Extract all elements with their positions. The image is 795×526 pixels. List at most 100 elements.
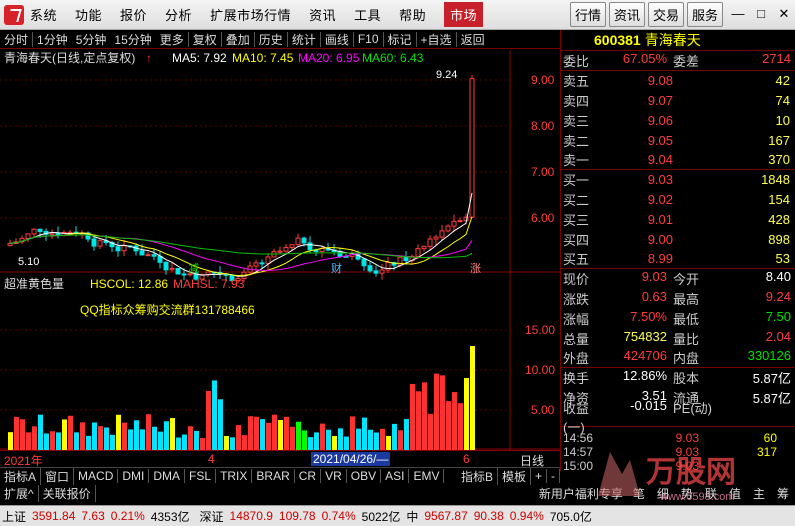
tab[interactable]: 指标B	[457, 467, 498, 485]
tb-5min[interactable]: 5分钟	[72, 31, 111, 48]
tb-overlay[interactable]: 叠加	[222, 31, 254, 48]
book-label: 买四	[563, 232, 590, 248]
stat-label: 外盘	[563, 350, 590, 366]
tab[interactable]: DMA	[149, 469, 186, 483]
tab[interactable]: FSL	[185, 469, 217, 483]
stat-label: PE(动)	[673, 400, 713, 416]
vol-y-tick: 10.00	[525, 363, 555, 377]
book-price: 9.02	[647, 191, 673, 207]
sz-index: 14870.9	[229, 509, 273, 523]
menu-function[interactable]: 功能	[75, 5, 102, 24]
service-button[interactable]: 服务	[686, 2, 723, 27]
ext-tab[interactable]: 关联报价	[39, 485, 96, 502]
stat-value: 7.50%	[630, 308, 667, 324]
stats-block-2: 换手 12.86% 股本 5.87亿 净资 3.51 流通 5.87亿 收益(一) -0.015 P…	[561, 368, 795, 435]
tab[interactable]: 窗口	[41, 467, 75, 485]
trade-button[interactable]: 交易	[647, 2, 684, 27]
menu-quote[interactable]: 报价	[120, 5, 147, 24]
volume-bar	[50, 431, 55, 450]
stat-row: 现价 9.03 今开 8.40	[561, 269, 795, 289]
stat-row: 换手 12.86% 股本 5.87亿	[561, 368, 795, 388]
tb-f10[interactable]: F10	[354, 32, 383, 46]
menu-help[interactable]: 帮助	[399, 5, 426, 24]
menu-system[interactable]: 系统	[30, 5, 57, 24]
volume-bar	[98, 426, 103, 450]
kline-chart[interactable]: 9.00 8.00 7.00 6.00 15.00 10.00 5.00 青海春…	[0, 50, 560, 450]
volume-bar	[278, 419, 283, 450]
tab[interactable]: DMI	[118, 469, 150, 483]
volume-bar	[8, 432, 13, 450]
tb-back[interactable]: 返回	[457, 31, 489, 48]
tb-adjust[interactable]: 复权	[189, 31, 221, 48]
tb-mark[interactable]: 标记	[384, 31, 416, 48]
tb-draw[interactable]: 画线	[321, 31, 353, 48]
tb-15min[interactable]: 15分钟	[110, 31, 155, 48]
tab[interactable]: MACD	[74, 469, 119, 483]
stats-block: 现价 9.03 今开 8.40 涨跌 0.63 最高 9.24 涨幅 7.50% 最低 7.50 总量 7…	[561, 269, 795, 368]
volume-bar	[44, 433, 49, 450]
close-icon[interactable]: ✕	[773, 4, 795, 26]
tab[interactable]: CR	[295, 469, 322, 483]
book-qty: 1848	[761, 172, 790, 188]
tab[interactable]: -	[547, 469, 560, 483]
svg-text:www.0598.com: www.0598.com	[659, 491, 735, 503]
volume-bar	[302, 430, 307, 450]
stat-label: 内盘	[673, 350, 700, 366]
tb-stats[interactable]: 统计	[288, 31, 320, 48]
volume-bar	[410, 383, 415, 450]
app-logo-icon	[4, 4, 24, 25]
volume-bar	[266, 422, 271, 450]
volume-bar	[344, 436, 349, 450]
tab[interactable]: TRIX	[216, 469, 253, 483]
stat-row: 外盘 424706 内盘 330126	[561, 348, 795, 368]
tb-add-watch[interactable]: +自选	[417, 31, 456, 48]
volume-bar	[356, 428, 361, 450]
date-month: 4	[208, 452, 215, 466]
book-price: 9.01	[647, 211, 673, 227]
book-qty: 74	[775, 92, 790, 108]
volume-bar	[212, 380, 217, 450]
menu-market[interactable]: 市场	[444, 2, 484, 27]
book-price: 8.99	[647, 250, 673, 266]
tb-1min[interactable]: 1分钟	[33, 31, 72, 48]
tb-history[interactable]: 历史	[255, 31, 287, 48]
tab[interactable]: ASI	[381, 469, 410, 483]
maximize-icon[interactable]: □	[750, 4, 772, 26]
ext-tab[interactable]: 扩展^	[0, 485, 39, 502]
volume-bar	[362, 417, 367, 450]
tb-more[interactable]: 更多	[156, 31, 188, 48]
volume-bar	[248, 416, 253, 450]
cy-label[interactable]: 中	[406, 508, 418, 525]
book-row: 买一 9.03 1848	[561, 170, 795, 190]
tab[interactable]: 模板	[498, 467, 531, 485]
volume-bar	[326, 429, 331, 450]
sz-label[interactable]: 深证	[200, 508, 224, 525]
quote-button[interactable]: 行情	[569, 2, 606, 27]
book-row: 买五 8.99 53	[561, 249, 795, 269]
menu-news[interactable]: 资讯	[309, 5, 336, 24]
stat-value: 9.24	[765, 288, 791, 304]
sh-label[interactable]: 上证	[2, 508, 26, 525]
cy-amount: 705.0亿	[549, 509, 592, 524]
menu-ext-market[interactable]: 扩展市场行情	[210, 5, 291, 24]
menu-analysis[interactable]: 分析	[165, 5, 192, 24]
minimize-icon[interactable]: —	[727, 4, 749, 26]
book-price: 9.03	[647, 172, 673, 188]
stat-value: -0.015	[630, 397, 667, 413]
watermark-logo-icon: 万股网 www.0598.com	[598, 452, 736, 503]
tab[interactable]: EMV	[409, 469, 445, 483]
candle	[175, 268, 181, 275]
menu-tools[interactable]: 工具	[354, 5, 381, 24]
volume-bar	[140, 429, 145, 450]
tab[interactable]: +	[531, 469, 547, 483]
tab[interactable]: 指标A	[0, 467, 42, 485]
tb-intraday[interactable]: 分时	[0, 31, 32, 48]
tab[interactable]: OBV	[347, 469, 382, 483]
volume-bar	[434, 373, 439, 450]
news-button[interactable]: 资讯	[608, 2, 645, 27]
up-arrow-icon: ↑	[146, 51, 152, 65]
volume-bar	[188, 426, 193, 450]
volume-bar	[368, 429, 373, 450]
tab[interactable]: BRAR	[252, 469, 295, 483]
tab[interactable]: VR	[321, 469, 347, 483]
